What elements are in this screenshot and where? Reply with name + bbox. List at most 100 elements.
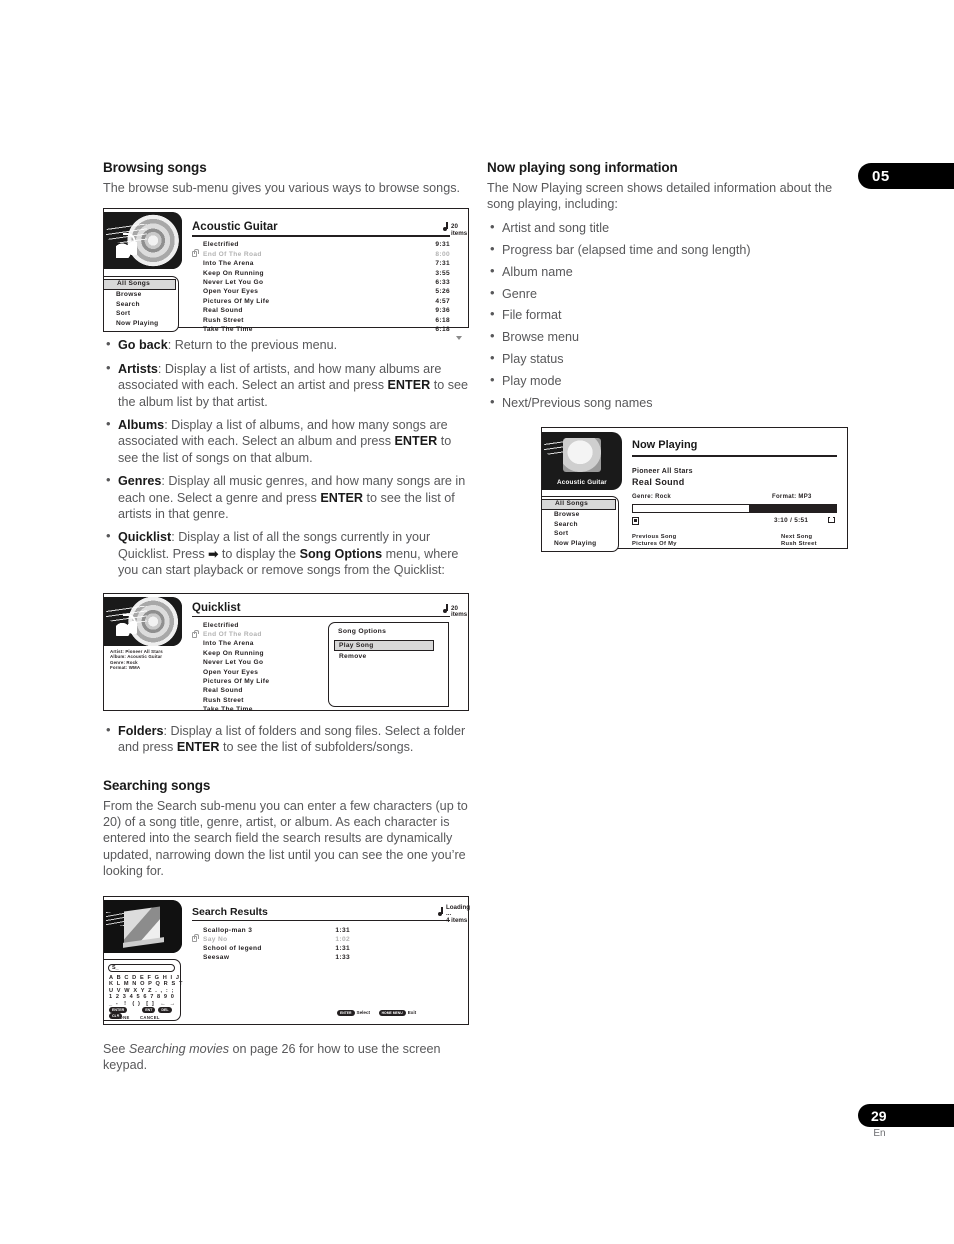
album-art-disc	[104, 596, 182, 646]
metadata-format: Format: WMA	[110, 664, 141, 670]
song-title: Scallop-man 3	[203, 926, 253, 934]
song-duration: 1:02	[335, 935, 350, 943]
side-menu-item-all-songs[interactable]: All Songs	[541, 499, 616, 510]
option-remove[interactable]: Remove	[339, 653, 366, 660]
title-divider	[632, 455, 837, 457]
keypad-ent-button[interactable]: ENT	[142, 1006, 156, 1013]
previous-song-name: Pictures Of My	[632, 541, 677, 548]
browse-side-menu[interactable]: All Songs Browse Search Sort Now Playing	[103, 276, 179, 333]
screen-title: Now Playing	[632, 439, 698, 452]
keypad-enter-button[interactable]: ENTER	[109, 1006, 128, 1013]
song-row[interactable]: Pictures Of My Life	[203, 678, 313, 687]
track-metadata: Artist: Pioneer All Stars Album: Acousti…	[110, 649, 163, 671]
song-list[interactable]: Electrified End Of The Road Into The Are…	[192, 622, 313, 716]
keypad-character-grid[interactable]: A B C D E F G H I J K L M N O P Q R S T …	[109, 975, 183, 1008]
browse-side-menu[interactable]: All Songs Browse Search Sort Now Playing	[541, 496, 619, 553]
list-item: Album name	[487, 263, 853, 280]
bullet-albums: Albums: Display a list of albums, and ho…	[103, 416, 469, 466]
folders-bullet-list: Folders: Display a list of folders and s…	[103, 722, 469, 756]
song-row[interactable]: Say No 1:02	[192, 934, 350, 945]
song-row[interactable]: Into The Arena 7:31	[203, 260, 450, 269]
keypad-del-button[interactable]: DEL	[158, 1006, 172, 1013]
album-art-now-playing: Acoustic Guitar	[542, 432, 622, 491]
list-item: Browse menu	[487, 328, 853, 345]
song-title: Pictures Of My Life	[203, 678, 270, 686]
song-duration: 5:26	[435, 288, 450, 296]
song-title: Take The Time	[203, 325, 253, 333]
previous-song-label: Previous Song	[632, 534, 677, 541]
song-row[interactable]: Open Your Eyes 5:26	[203, 288, 450, 297]
items-count-badge: 20 items	[451, 223, 468, 237]
song-row[interactable]: Never Let You Go 6:33	[203, 279, 450, 288]
song-row[interactable]: Open Your Eyes	[203, 669, 313, 678]
song-row[interactable]: School of legend 1:31	[203, 945, 350, 954]
keypad-row-3[interactable]: U V W X Y Z . , : ;	[109, 988, 174, 994]
song-row[interactable]: Keep On Running	[203, 650, 313, 659]
keypad-row-1[interactable]: A B C D E F G H I J	[109, 975, 180, 981]
song-title: End Of The Road	[203, 250, 262, 258]
right-column: Now playing song information The Now Pla…	[487, 160, 853, 553]
bullet-term: Artists	[118, 361, 158, 376]
screen-footer-hints: ENTER Select HOME MENU Exit	[337, 1009, 416, 1016]
search-result-list[interactable]: Scallop-man 3 1:31 Say No 1:02 School of…	[192, 927, 350, 964]
side-menu-item-now-playing[interactable]: Now Playing	[542, 539, 618, 549]
song-title: Real Sound	[203, 687, 243, 695]
bullet-text: : Return to the previous menu.	[167, 338, 338, 353]
side-menu-item-sort[interactable]: Sort	[104, 309, 178, 319]
side-menu-item-search[interactable]: Search	[542, 520, 618, 530]
keypad-label-cancel: CANCEL	[140, 1014, 160, 1020]
song-row[interactable]: Real Sound	[203, 687, 313, 696]
list-item: File format	[487, 306, 853, 323]
song-duration: 3:55	[435, 269, 450, 277]
song-title: Never Let You Go	[203, 659, 264, 667]
footer-select-key: ENTER	[337, 1009, 355, 1016]
side-menu-item-sort[interactable]: Sort	[542, 529, 618, 539]
side-menu-item-now-playing[interactable]: Now Playing	[104, 319, 178, 329]
side-menu-item-browse[interactable]: Browse	[542, 510, 618, 520]
bullet-term: Folders	[118, 723, 164, 738]
option-play-song[interactable]: Play Song	[334, 639, 434, 651]
now-playing-info-bullets: Artist and song title Progress bar (elap…	[487, 219, 853, 412]
song-row[interactable]: End Of The Road 8:00	[192, 249, 450, 260]
song-row[interactable]: Electrified	[203, 622, 313, 631]
song-list[interactable]: Electrified 9:31 End Of The Road 8:00 In…	[192, 241, 450, 335]
song-title: Open Your Eyes	[203, 288, 259, 296]
keypad-row-4[interactable]: 1 2 3 4 5 6 7 8 9 0	[109, 994, 175, 1000]
song-row[interactable]: Into The Arena	[203, 640, 313, 649]
search-input[interactable]: S_	[108, 963, 175, 972]
next-song-name: Rush Street	[781, 541, 817, 548]
bullet-term: Quicklist	[118, 530, 172, 545]
bullet-genres: Genres: Display all music genres, and ho…	[103, 472, 469, 522]
song-row[interactable]: Pictures Of My Life 4:57	[203, 298, 450, 307]
list-item: Next/Previous song names	[487, 394, 853, 411]
bullet-keyword-enter: ENTER	[387, 378, 431, 393]
side-menu-item-all-songs[interactable]: All Songs	[103, 279, 176, 290]
song-row[interactable]: Rush Street	[203, 697, 313, 706]
song-row[interactable]: Real Sound 9:36	[203, 307, 450, 316]
song-row[interactable]: Take The Time	[203, 706, 313, 715]
progress-bar[interactable]	[632, 504, 837, 514]
figure-quicklist-screen: Artist: Pioneer All Stars Album: Acousti…	[103, 592, 469, 713]
list-item: Artist and song title	[487, 219, 853, 236]
page-number-tab: 29	[858, 1104, 954, 1127]
song-row[interactable]: Never Let You Go	[203, 659, 313, 668]
song-row[interactable]: Take The Time 6:18	[203, 326, 450, 335]
song-row[interactable]: Seesaw 1:33	[203, 954, 350, 963]
song-title: Into The Arena	[203, 640, 254, 648]
song-row[interactable]: Scallop-man 3 1:31	[203, 927, 350, 936]
song-row[interactable]: Electrified 9:31	[203, 241, 450, 250]
music-note-icon	[443, 603, 449, 613]
bullet-artists: Artists: Display a list of artists, and …	[103, 360, 469, 410]
song-row[interactable]: End Of The Road	[192, 629, 313, 640]
song-duration: 9:31	[435, 241, 450, 249]
song-row[interactable]: Keep On Running 3:55	[203, 270, 450, 279]
side-menu-item-browse[interactable]: Browse	[104, 290, 178, 300]
song-options-panel[interactable]: Song Options Play Song Remove	[328, 621, 449, 707]
song-title: Rush Street	[203, 316, 244, 324]
keypad-row-2[interactable]: K L M N O P Q R S T	[109, 981, 183, 987]
left-column: Browsing songs The browse sub-menu gives…	[103, 160, 470, 1086]
song-row[interactable]: Rush Street 6:18	[203, 317, 450, 326]
side-menu-item-search[interactable]: Search	[104, 300, 178, 310]
song-title: Real Sound	[203, 307, 243, 315]
screen-keypad[interactable]: S_ A B C D E F G H I J K L M N O P Q R S…	[103, 958, 183, 1021]
